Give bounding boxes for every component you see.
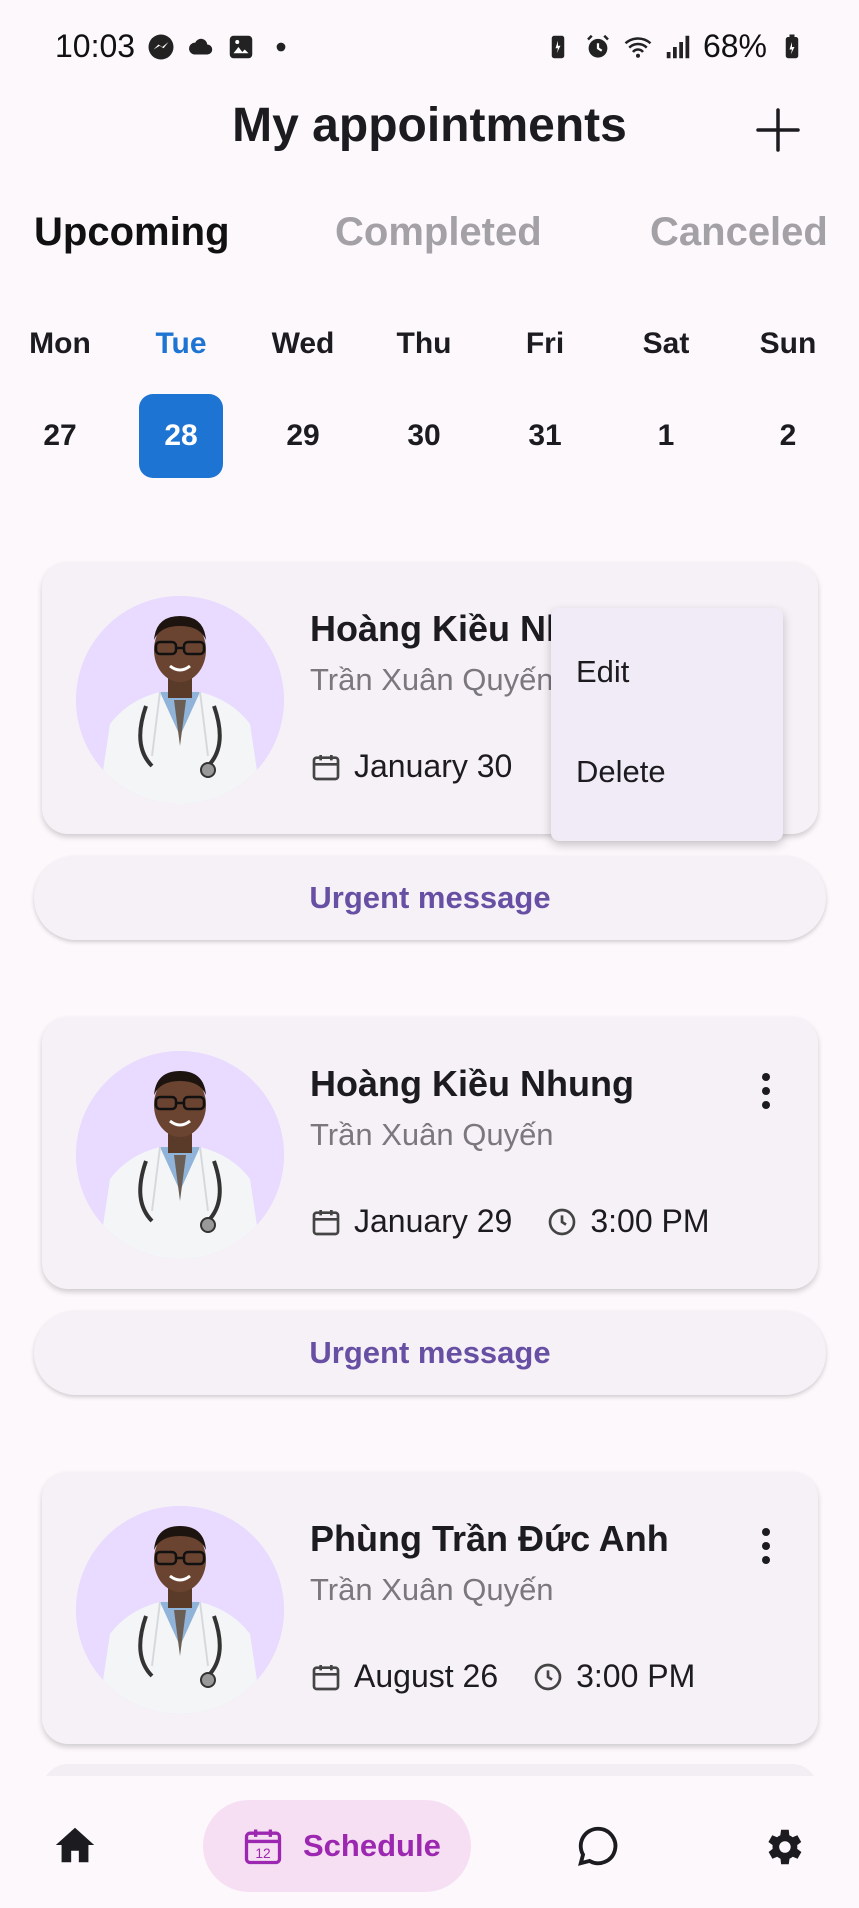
home-icon[interactable]: [50, 1822, 100, 1868]
day-label: Sat: [642, 327, 690, 360]
doctor-name: Hoàng Kiều Nhung: [310, 1063, 634, 1104]
day-number-selected: 28: [139, 394, 223, 478]
cloud-icon: [189, 38, 213, 55]
calendar-icon: [312, 754, 340, 780]
calendar-icon: [312, 1209, 340, 1235]
day-sun[interactable]: Sun 2: [743, 322, 833, 478]
urgent-message-button[interactable]: Urgent message: [34, 856, 826, 940]
appointment-date: January 30: [354, 748, 513, 784]
wifi-icon: [624, 36, 652, 58]
more-vert-icon[interactable]: [754, 1069, 778, 1113]
day-mon[interactable]: Mon 27: [15, 322, 105, 478]
urgent-message-button[interactable]: Urgent message: [34, 1311, 826, 1395]
tab-completed[interactable]: Completed: [335, 210, 542, 255]
appointment-time: 3:00 PM: [576, 1658, 696, 1694]
day-thu[interactable]: Thu 30: [379, 322, 469, 478]
svg-text:12: 12: [255, 1846, 270, 1861]
signal-icon: [666, 35, 690, 58]
doctor-avatar: [76, 1051, 284, 1259]
day-wed[interactable]: Wed 29: [258, 322, 348, 478]
menu-item-edit[interactable]: Edit: [576, 654, 629, 690]
appointment-date: January 29: [354, 1203, 513, 1239]
battery-percent: 68%: [702, 28, 767, 64]
doctor-avatar: [76, 596, 284, 804]
menu-item-delete[interactable]: Delete: [576, 754, 666, 790]
nav-schedule[interactable]: 12 Schedule: [203, 1800, 471, 1892]
doctor-avatar: [76, 1506, 284, 1714]
day-tue[interactable]: Tue 28: [136, 322, 226, 478]
day-label: Thu: [396, 327, 452, 360]
patient-name: Trần Xuân Quyến: [310, 662, 554, 697]
tab-canceled[interactable]: Canceled: [650, 210, 828, 255]
day-label: Wed: [271, 327, 335, 360]
tab-upcoming[interactable]: Upcoming: [34, 210, 230, 255]
patient-name: Trần Xuân Quyến: [310, 1572, 554, 1607]
appointment-card[interactable]: Phùng Trần Đức Anh Trần Xuân Quyến Augus…: [42, 1472, 818, 1744]
status-time: 10:03: [55, 28, 136, 64]
more-vert-icon[interactable]: [754, 1524, 778, 1568]
page-title: My appointments: [232, 99, 627, 152]
plus-icon[interactable]: [752, 104, 804, 156]
calendar-icon: [312, 1664, 340, 1690]
appointment-tabs: Upcoming Completed Canceled: [0, 210, 859, 270]
battery-saver-icon: [551, 35, 565, 58]
appointment-time: 3:00 PM: [590, 1203, 710, 1239]
day-fri[interactable]: Fri 31: [500, 322, 590, 478]
clock-icon: [548, 1208, 576, 1235]
calendar-icon: 12: [244, 1829, 282, 1865]
day-number: 2: [779, 419, 797, 452]
context-menu: Edit Delete: [551, 608, 783, 841]
appointment-card[interactable]: Hoàng Kiều Nhung Trần Xuân Quyến January…: [42, 1017, 818, 1289]
battery-icon: [785, 34, 799, 58]
patient-name: Trần Xuân Quyến: [310, 1117, 554, 1152]
clock-icon: [534, 1663, 562, 1690]
nav-schedule-label: Schedule: [303, 1828, 441, 1863]
day-number: 30: [407, 419, 441, 452]
day-number: 31: [528, 419, 562, 452]
day-number: 1: [657, 419, 675, 452]
day-number: 27: [43, 419, 77, 452]
day-label: Fri: [525, 327, 565, 360]
chat-icon[interactable]: [575, 1823, 621, 1869]
status-bar: 10:03 68%: [0, 0, 859, 96]
day-label: Mon: [29, 327, 91, 360]
messenger-icon: [148, 34, 174, 60]
alarm-icon: [587, 34, 609, 58]
day-sat[interactable]: Sat 1: [621, 322, 711, 478]
appointment-date: August 26: [354, 1658, 499, 1694]
day-label: Sun: [759, 327, 817, 360]
day-label: Tue: [155, 327, 207, 360]
doctor-name: Phùng Trần Đức Anh: [310, 1518, 669, 1559]
day-number: 29: [286, 419, 320, 452]
dot-icon: [276, 42, 286, 52]
gallery-icon: [229, 35, 253, 59]
gear-icon[interactable]: [760, 1824, 806, 1870]
